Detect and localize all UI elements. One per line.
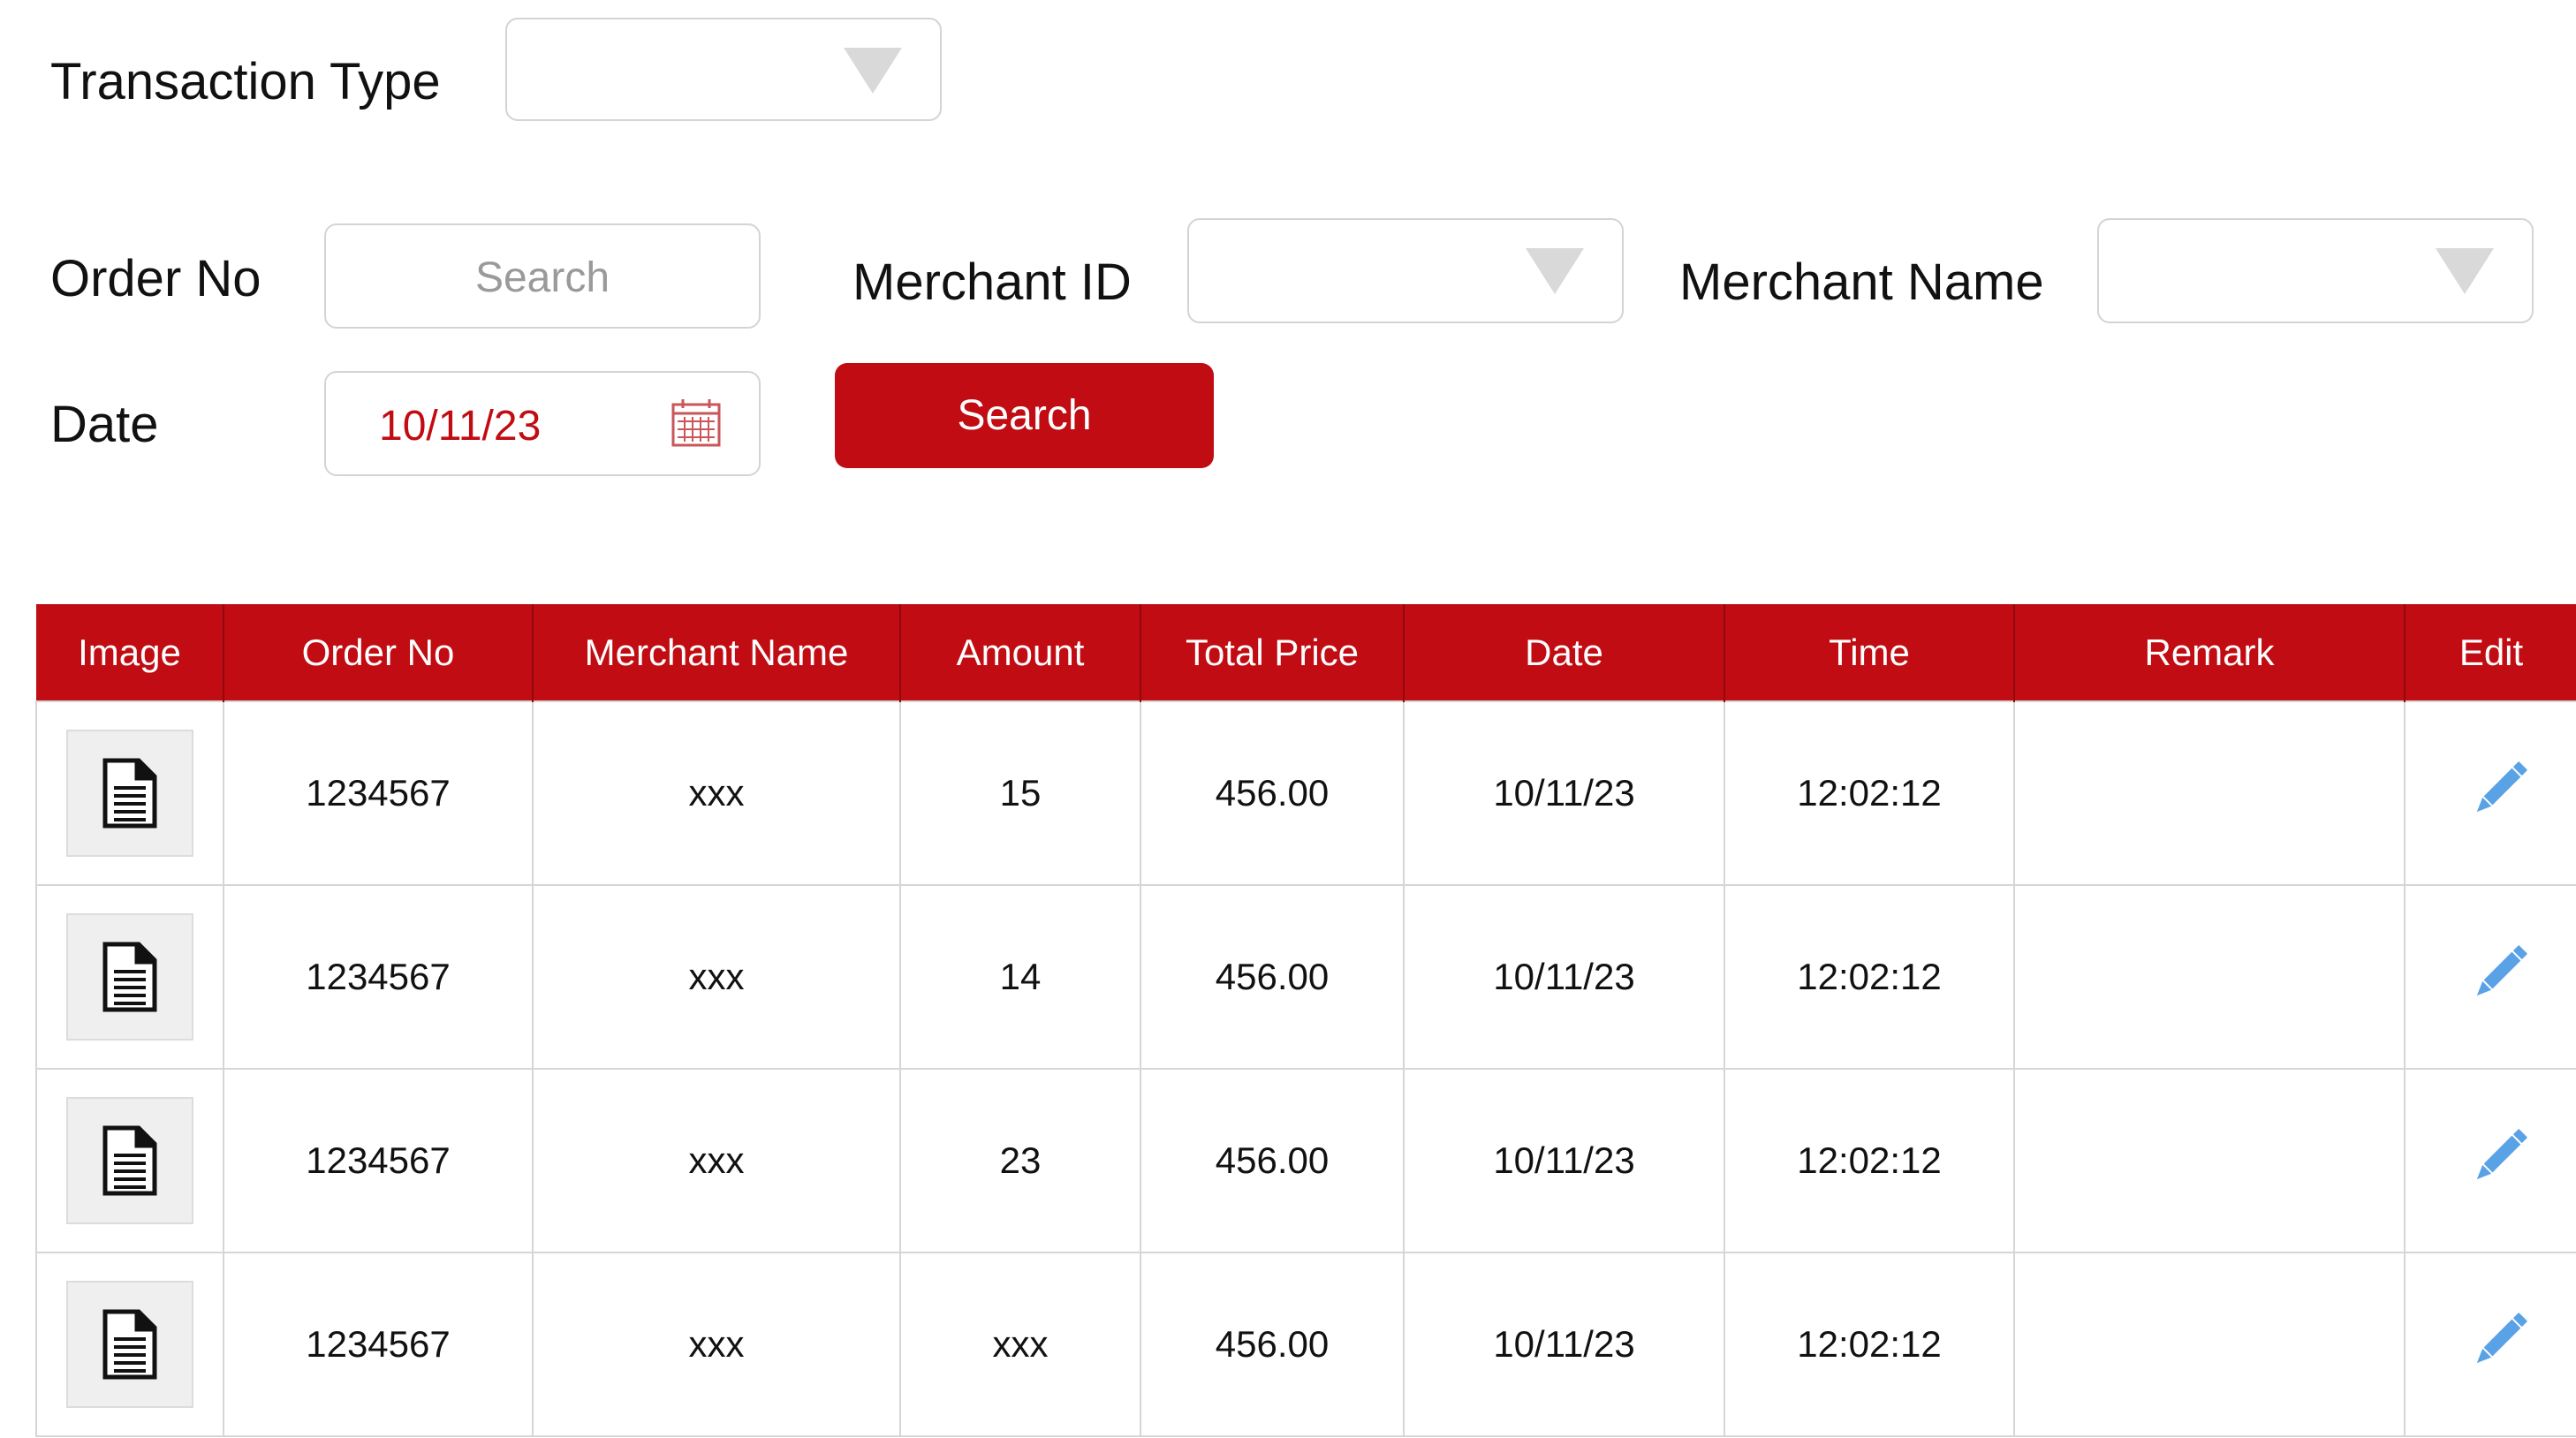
pencil-icon [2476,1129,2527,1180]
time-cell: 12:02:12 [1724,1252,2015,1437]
merchant-name-select[interactable] [2097,218,2534,323]
remark-cell [2013,884,2406,1070]
date-cell: 10/11/23 [1403,700,1725,886]
document-icon [102,942,157,1012]
table-row: 1234567 xxx 23 456.00 10/11/23 12:02:12 [35,1068,2576,1253]
transactions-table: Image Order No Merchant Name Amount Tota… [35,604,2576,1437]
search-button[interactable]: Search [835,363,1214,468]
remark-cell [2013,700,2406,886]
merchant-name-cell: xxx [532,884,901,1070]
column-header-time: Time [1724,604,2014,701]
image-cell [35,884,224,1070]
column-header-amount: Amount [899,604,1140,701]
column-header-edit: Edit [2404,604,2576,701]
time-cell: 12:02:12 [1724,700,2015,886]
edit-button[interactable] [2469,1125,2531,1196]
time-cell: 12:02:12 [1724,1068,2015,1253]
column-header-merchant-name: Merchant Name [532,604,900,701]
table-row: 1234567 xxx 14 456.00 10/11/23 12:02:12 [35,884,2576,1070]
edit-cell [2404,1068,2576,1253]
edit-cell [2404,1252,2576,1437]
column-header-remark: Remark [2013,604,2405,701]
amount-cell: 15 [899,700,1141,886]
order-no-label: Order No [50,250,261,307]
image-cell [35,1068,224,1253]
amount-cell: xxx [899,1252,1141,1437]
remark-cell [2013,1068,2406,1253]
date-cell: 10/11/23 [1403,1068,1725,1253]
date-input[interactable]: 10/11/23 [324,371,761,476]
total-price-cell: 456.00 [1140,1068,1405,1253]
image-cell [35,1252,224,1437]
image-thumbnail[interactable] [66,1097,193,1224]
edit-cell [2404,884,2576,1070]
order-no-search-input[interactable]: Search [324,223,761,329]
total-price-cell: 456.00 [1140,700,1405,886]
table-header-row: Image Order No Merchant Name Amount Tota… [36,604,2576,701]
image-cell [35,700,224,886]
order-no-cell: 1234567 [223,1252,534,1437]
column-header-date: Date [1403,604,1724,701]
order-no-cell: 1234567 [223,884,534,1070]
merchant-name-cell: xxx [532,700,901,886]
amount-cell: 23 [899,1068,1141,1253]
transaction-type-label: Transaction Type [50,53,441,110]
edit-cell [2404,700,2576,886]
pencil-icon [2476,761,2527,813]
edit-button[interactable] [2469,942,2531,1012]
edit-button[interactable] [2469,758,2531,829]
total-price-cell: 456.00 [1140,1252,1405,1437]
date-value: 10/11/23 [379,403,542,450]
chevron-down-icon [844,48,902,94]
order-no-placeholder: Search [474,254,610,301]
chevron-down-icon [2436,248,2494,294]
edit-button[interactable] [2469,1309,2531,1380]
time-cell: 12:02:12 [1724,884,2015,1070]
document-icon [102,1125,157,1196]
table-row: 1234567 xxx 15 456.00 10/11/23 12:02:12 [35,700,2576,886]
merchant-id-select[interactable] [1187,218,1624,323]
amount-cell: 14 [899,884,1141,1070]
image-thumbnail[interactable] [66,730,193,857]
table-row: 1234567 xxx xxx 456.00 10/11/23 12:02:12 [35,1252,2576,1437]
remark-cell [2013,1252,2406,1437]
total-price-cell: 456.00 [1140,884,1405,1070]
calendar-icon[interactable] [671,397,722,449]
transaction-type-select[interactable] [505,18,942,121]
date-label: Date [50,396,159,453]
date-cell: 10/11/23 [1403,1252,1725,1437]
pencil-icon [2476,945,2527,996]
chevron-down-icon [1526,248,1584,294]
merchant-id-label: Merchant ID [852,254,1132,311]
merchant-name-cell: xxx [532,1252,901,1437]
merchant-name-cell: xxx [532,1068,901,1253]
column-header-image: Image [36,604,224,701]
document-icon [102,758,157,829]
pencil-icon [2476,1313,2527,1364]
column-header-total-price: Total Price [1140,604,1404,701]
image-thumbnail[interactable] [66,913,193,1041]
order-no-cell: 1234567 [223,700,534,886]
column-header-order-no: Order No [223,604,533,701]
document-icon [102,1309,157,1380]
date-cell: 10/11/23 [1403,884,1725,1070]
order-no-cell: 1234567 [223,1068,534,1253]
image-thumbnail[interactable] [66,1281,193,1408]
merchant-name-label: Merchant Name [1679,254,2044,311]
